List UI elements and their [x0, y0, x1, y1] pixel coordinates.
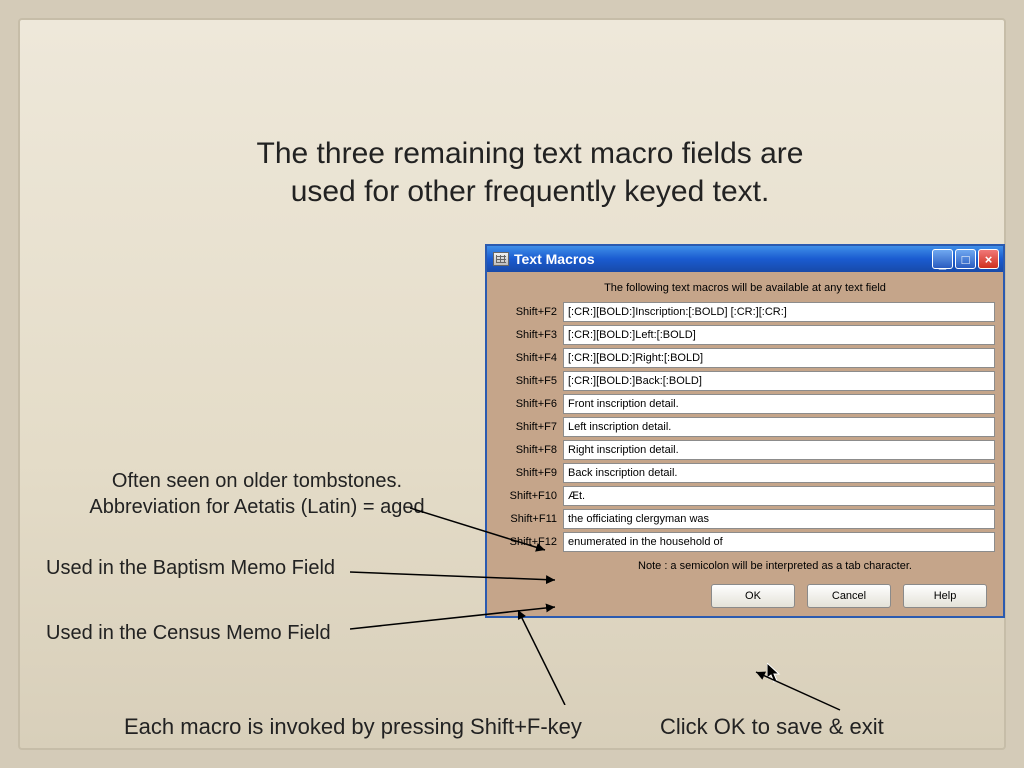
macro-key-label: Shift+F2: [495, 306, 557, 318]
macro-row: Shift+F4: [495, 348, 995, 368]
macro-key-label: Shift+F12: [495, 536, 557, 548]
note-aetatis-line-1: Often seen on older tombstones.: [52, 468, 462, 494]
macro-value-input[interactable]: [563, 509, 995, 529]
ok-button[interactable]: OK: [711, 584, 795, 608]
macro-row: Shift+F10: [495, 486, 995, 506]
titlebar[interactable]: Text Macros _ □ ×: [487, 246, 1003, 272]
macro-value-input[interactable]: [563, 440, 995, 460]
macro-key-label: Shift+F9: [495, 467, 557, 479]
arrow-ok-button: [750, 670, 850, 715]
macro-value-input[interactable]: [563, 417, 995, 437]
footer-invoke: Each macro is invoked by pressing Shift+…: [124, 714, 582, 740]
macro-row: Shift+F6: [495, 394, 995, 414]
macro-value-input[interactable]: [563, 394, 995, 414]
macro-key-label: Shift+F3: [495, 329, 557, 341]
macro-key-label: Shift+F4: [495, 352, 557, 364]
macro-key-label: Shift+F11: [495, 513, 557, 525]
note-baptism: Used in the Baptism Memo Field: [46, 555, 426, 581]
footer-ok: Click OK to save & exit: [660, 714, 884, 740]
note-census: Used in the Census Memo Field: [46, 620, 426, 646]
heading-line-1: The three remaining text macro fields ar…: [190, 135, 870, 173]
macro-row: Shift+F7: [495, 417, 995, 437]
macro-row: Shift+F9: [495, 463, 995, 483]
macro-value-input[interactable]: [563, 532, 995, 552]
cancel-button[interactable]: Cancel: [807, 584, 891, 608]
macro-key-label: Shift+F7: [495, 421, 557, 433]
app-icon: [493, 252, 509, 266]
window-title: Text Macros: [514, 251, 932, 267]
text-macros-dialog: Text Macros _ □ × The following text mac…: [485, 244, 1005, 618]
close-button[interactable]: ×: [978, 249, 999, 269]
heading-line-2: used for other frequently keyed text.: [190, 173, 870, 211]
mouse-cursor-icon: [767, 663, 781, 683]
macro-value-input[interactable]: [563, 486, 995, 506]
dialog-note: Note : a semicolon will be interpreted a…: [495, 552, 995, 580]
maximize-button[interactable]: □: [955, 249, 976, 269]
macro-row: Shift+F3: [495, 325, 995, 345]
macro-row: Shift+F8: [495, 440, 995, 460]
note-aetatis-line-2: Abbreviation for Aetatis (Latin) = aged: [52, 494, 462, 520]
macro-row: Shift+F11: [495, 509, 995, 529]
macro-value-input[interactable]: [563, 463, 995, 483]
macro-key-label: Shift+F5: [495, 375, 557, 387]
macro-row: Shift+F2: [495, 302, 995, 322]
macro-key-label: Shift+F6: [495, 398, 557, 410]
macro-row: Shift+F12: [495, 532, 995, 552]
minimize-button[interactable]: _: [932, 249, 953, 269]
slide-heading: The three remaining text macro fields ar…: [190, 135, 870, 210]
macro-value-input[interactable]: [563, 348, 995, 368]
dialog-intro: The following text macros will be availa…: [495, 278, 995, 302]
note-aetatis: Often seen on older tombstones. Abbrevia…: [52, 468, 462, 520]
macro-key-label: Shift+F8: [495, 444, 557, 456]
slide-background: The three remaining text macro fields ar…: [18, 18, 1006, 750]
help-button[interactable]: Help: [903, 584, 987, 608]
macro-key-label: Shift+F10: [495, 490, 557, 502]
macro-row: Shift+F5: [495, 371, 995, 391]
macro-value-input[interactable]: [563, 325, 995, 345]
macro-value-input[interactable]: [563, 371, 995, 391]
macro-value-input[interactable]: [563, 302, 995, 322]
dialog-body: The following text macros will be availa…: [487, 272, 1003, 616]
arrow-shift-fkey: [510, 610, 580, 705]
